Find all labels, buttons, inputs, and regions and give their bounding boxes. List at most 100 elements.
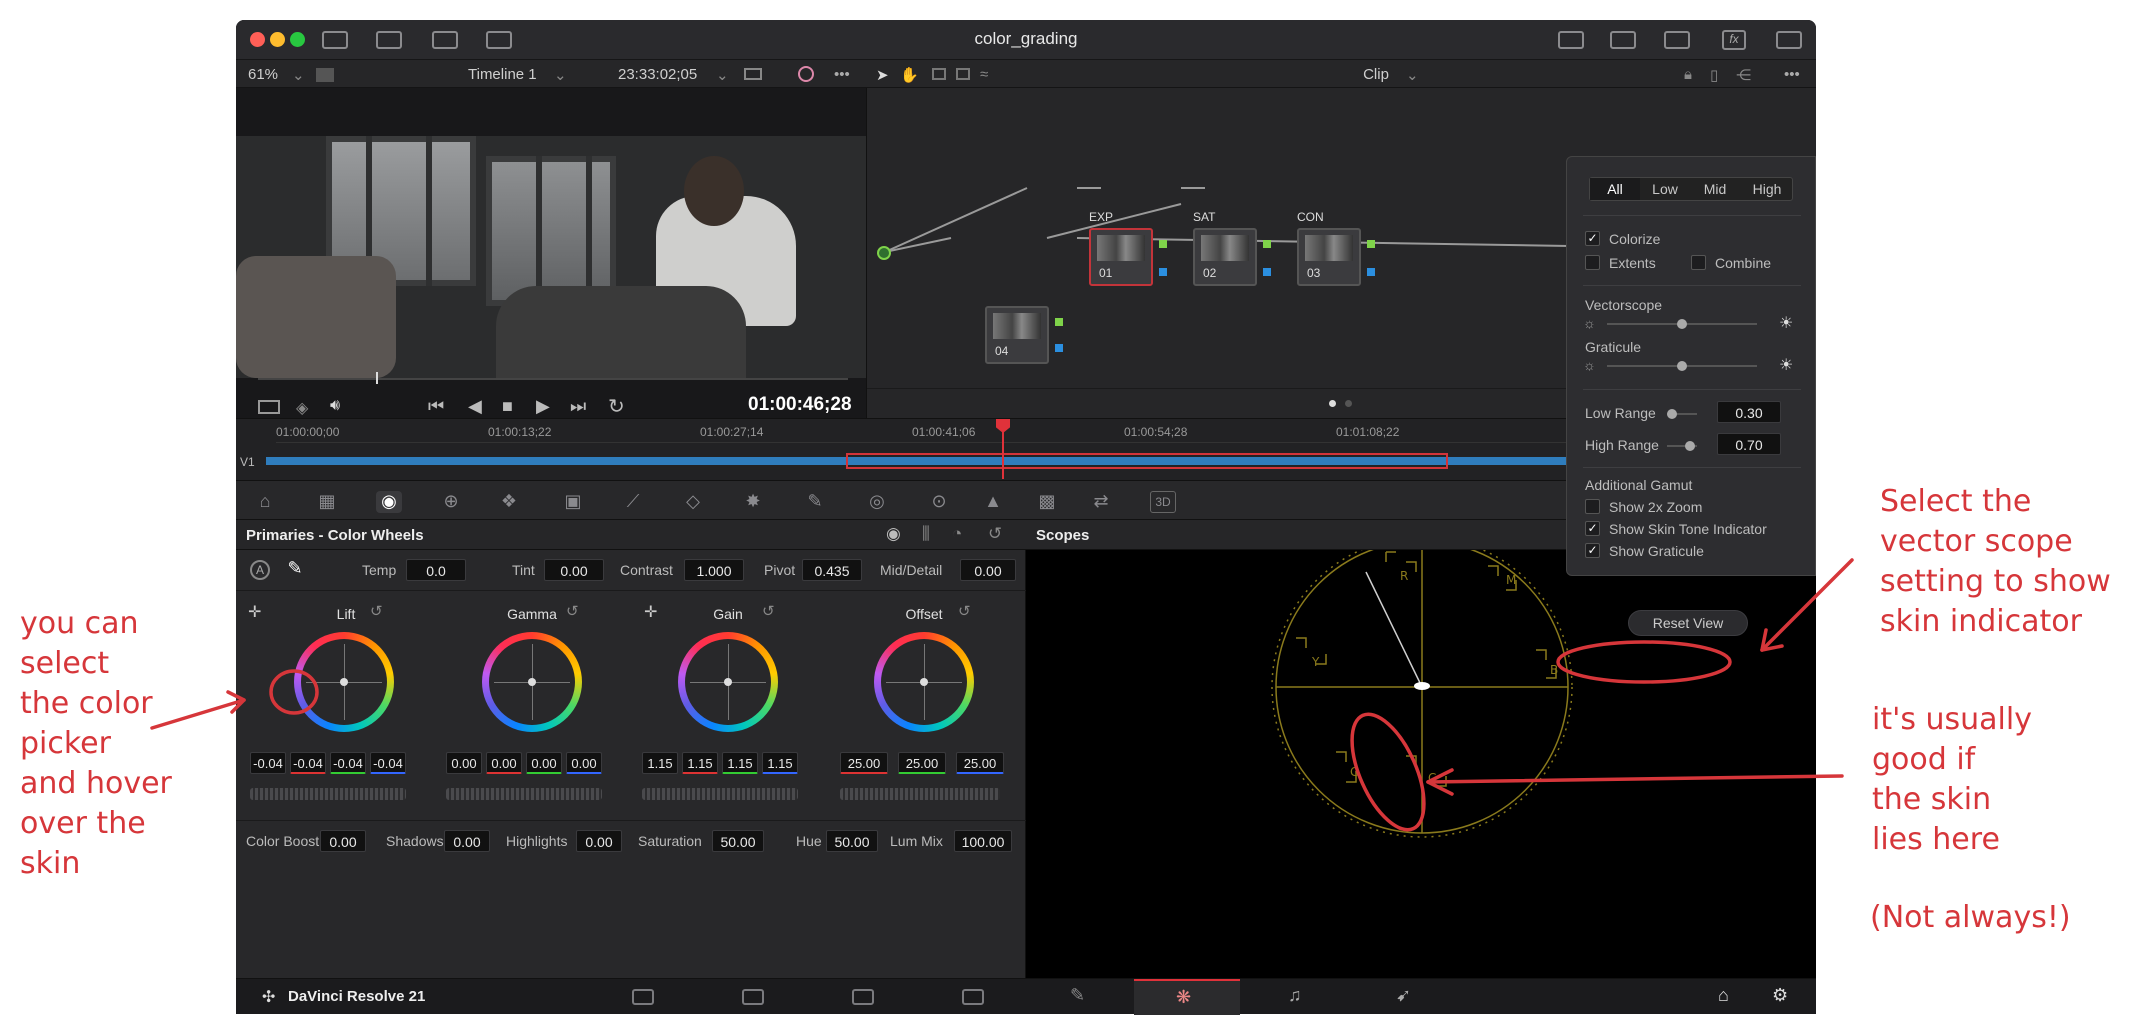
effects-icon[interactable]: fx: [1722, 30, 1746, 50]
eyedropper-tool-icon[interactable]: ✎: [802, 491, 828, 513]
reset-view-button[interactable]: Reset View: [1628, 610, 1748, 636]
gamma-master-field[interactable]: 0.00: [446, 752, 482, 774]
show-graticule-checkbox[interactable]: ✓: [1585, 543, 1600, 558]
share-icon[interactable]: [1558, 31, 1584, 49]
lift-reset-icon[interactable]: ↺: [370, 602, 383, 620]
skip-end-icon[interactable]: ⏭: [570, 396, 586, 417]
gain-wheel[interactable]: [678, 632, 778, 732]
motion-effects-icon[interactable]: ▣: [560, 491, 586, 513]
offset-green-field[interactable]: 25.00: [898, 752, 946, 774]
node-mode-chevron-icon[interactable]: ⌄: [1406, 66, 1419, 84]
gain-master-field[interactable]: 1.15: [642, 752, 678, 774]
high-range-slider[interactable]: [1667, 441, 1697, 451]
offset-wheel[interactable]: [874, 632, 974, 732]
gain-red-field[interactable]: 1.15: [682, 752, 718, 774]
node-con[interactable]: 03: [1297, 228, 1361, 286]
timeline-select[interactable]: Timeline 1: [468, 66, 537, 83]
lum-mix-field[interactable]: 100.00: [954, 830, 1012, 852]
color-wheels-icon[interactable]: ◉: [376, 491, 402, 513]
hand-icon[interactable]: ✋: [900, 66, 919, 84]
reset-all-icon[interactable]: ↺: [988, 524, 1002, 544]
auto-balance-icon[interactable]: A: [250, 560, 270, 580]
shadows-field[interactable]: 0.00: [444, 830, 490, 852]
tab-low[interactable]: Low: [1640, 178, 1690, 200]
lift-red-field[interactable]: -0.04: [290, 752, 326, 774]
gain-jog-wheel[interactable]: [642, 788, 798, 800]
color-picker-icon[interactable]: ✎: [282, 558, 308, 584]
blur-icon[interactable]: ▩: [1034, 491, 1060, 513]
node-input[interactable]: [877, 246, 891, 260]
layers-icon[interactable]: [956, 68, 970, 80]
combine-checkbox[interactable]: [1691, 255, 1706, 270]
lift-jog-wheel[interactable]: [250, 788, 406, 800]
offset-red-field[interactable]: 25.00: [840, 752, 888, 774]
node-key-output[interactable]: [1055, 344, 1063, 352]
viewer-image[interactable]: [236, 136, 866, 378]
trash-icon[interactable]: ▯: [1710, 66, 1718, 84]
wave-icon[interactable]: ≈: [980, 66, 988, 83]
node-key-output[interactable]: [1263, 268, 1271, 276]
wheels-mode-icon[interactable]: ◉: [886, 524, 901, 544]
page-dot[interactable]: [1345, 400, 1352, 407]
lift-green-field[interactable]: -0.04: [330, 752, 366, 774]
zoom-chevron-icon[interactable]: ⌄: [292, 66, 305, 84]
bars-mode-icon[interactable]: ⫼: [922, 524, 930, 544]
color-boost-field[interactable]: 0.00: [320, 830, 366, 852]
gain-green-field[interactable]: 1.15: [722, 752, 758, 774]
clip-view-icon[interactable]: [932, 68, 946, 80]
volume-icon[interactable]: 🔊︎: [330, 397, 340, 415]
gamma-green-field[interactable]: 0.00: [526, 752, 562, 774]
show-2x-zoom-checkbox[interactable]: [1585, 499, 1600, 514]
contrast-field[interactable]: 1.000: [684, 559, 744, 581]
gamma-red-field[interactable]: 0.00: [486, 752, 522, 774]
lift-picker-icon[interactable]: ✛: [248, 602, 261, 622]
hue-field[interactable]: 50.00: [826, 830, 878, 852]
qualifier-icon[interactable]: ✸: [740, 491, 766, 513]
play-icon[interactable]: ▶: [536, 396, 550, 417]
node-output[interactable]: [1367, 240, 1375, 248]
color-match-icon[interactable]: ▦: [314, 491, 340, 513]
offset-blue-field[interactable]: 25.00: [956, 752, 1004, 774]
settings-gear-icon[interactable]: ⚙: [1772, 985, 1788, 1006]
graticule-brightness-slider[interactable]: [1607, 361, 1757, 371]
pivot-field[interactable]: 0.435: [802, 559, 862, 581]
nodes-icon[interactable]: [1664, 31, 1690, 49]
offset-jog-wheel[interactable]: [840, 788, 1000, 800]
inspector-icon[interactable]: [1776, 31, 1802, 49]
deliver-page-icon[interactable]: ➹: [1396, 985, 1411, 1006]
gain-picker-icon[interactable]: ✛: [644, 602, 657, 622]
node-more-icon[interactable]: •••: [1784, 66, 1800, 83]
hdr-wheels-icon[interactable]: ⊕: [438, 491, 464, 513]
edit-page-icon[interactable]: [852, 989, 874, 1005]
lift-blue-field[interactable]: -0.04: [370, 752, 406, 774]
viewer-playhead[interactable]: [376, 372, 378, 384]
rgb-mixer-icon[interactable]: ❖: [496, 491, 522, 513]
tracker-icon[interactable]: ⊙: [926, 491, 952, 513]
lightbox-icon[interactable]: [1610, 31, 1636, 49]
source-timecode[interactable]: 23:33:02;05: [618, 66, 697, 83]
gamma-jog-wheel[interactable]: [446, 788, 602, 800]
3d-icon[interactable]: 3D: [1150, 491, 1176, 513]
viewer-layout-icon[interactable]: [258, 400, 280, 414]
gain-blue-field[interactable]: 1.15: [762, 752, 798, 774]
node-04[interactable]: 04: [985, 306, 1049, 364]
colorize-checkbox[interactable]: ✓: [1585, 231, 1600, 246]
tab-mid[interactable]: Mid: [1690, 178, 1740, 200]
magic-mask-icon[interactable]: ▲: [980, 491, 1006, 513]
node-exp[interactable]: 01: [1089, 228, 1153, 286]
color-warper-icon[interactable]: ◇: [680, 491, 706, 513]
extents-checkbox[interactable]: [1585, 255, 1600, 270]
gamma-wheel[interactable]: [482, 632, 582, 732]
node-output[interactable]: [1055, 318, 1063, 326]
timeline-selected-clip[interactable]: [846, 453, 1448, 469]
offset-reset-icon[interactable]: ↺: [958, 602, 971, 620]
low-range-field[interactable]: 0.30: [1717, 401, 1781, 423]
color-picker-mode-icon[interactable]: [798, 66, 814, 82]
node-key-output[interactable]: [1159, 268, 1167, 276]
media-page-icon[interactable]: [632, 989, 654, 1005]
gamma-reset-icon[interactable]: ↺: [566, 602, 579, 620]
fusion-page-icon[interactable]: [962, 989, 984, 1005]
lock-icon[interactable]: 🔒︎: [1684, 66, 1692, 83]
color-page-tab[interactable]: ❋: [1134, 979, 1240, 1015]
node-output[interactable]: [1263, 240, 1271, 248]
